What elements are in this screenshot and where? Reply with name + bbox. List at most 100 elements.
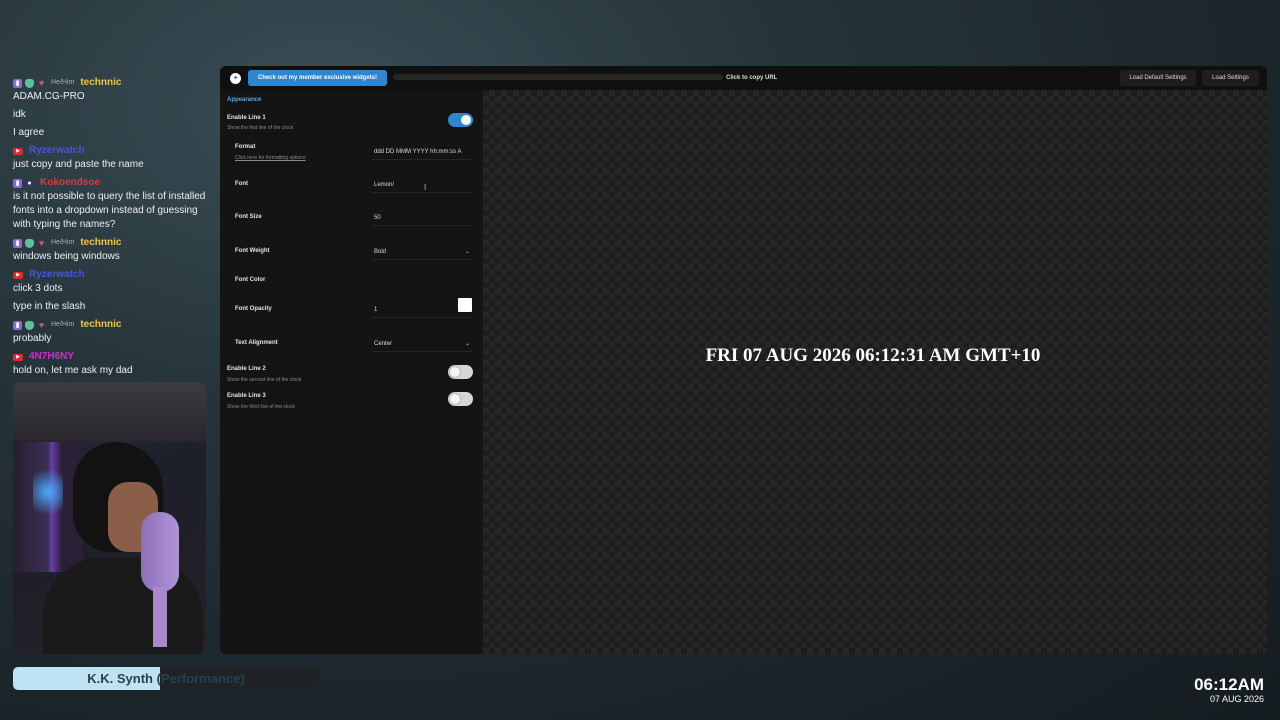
- chat-message-text: hold on, let me ask my dad: [13, 365, 133, 376]
- chat-message: ▮ ♥ He/Him technnic probably: [13, 318, 218, 346]
- font-label: Font: [235, 181, 248, 187]
- font-weight-value: Bold: [374, 249, 387, 255]
- chat-message: ▶ Ryzerwatch just copy and paste the name: [13, 144, 218, 172]
- font-input[interactable]: Lemon/: [372, 177, 472, 193]
- shield-icon: [25, 320, 34, 330]
- heart-icon: ♥: [38, 77, 45, 88]
- chat-message: ▮ ♥ He/Him technnic windows being windows: [13, 236, 218, 264]
- text-alignment-label: Text Alignment: [235, 340, 278, 346]
- chat-message-text: just copy and paste the name: [13, 159, 144, 170]
- chat-message-text: idk: [13, 109, 26, 120]
- chat-message: ▶ 4N7H6NY hold on, let me ask my dad: [13, 350, 218, 378]
- clock-widget-editor: ✦ Check out my member exclusive widgets!…: [220, 66, 1267, 654]
- chat-username: Kokoendsoe: [40, 177, 101, 188]
- enable-line1-toggle[interactable]: [448, 113, 473, 127]
- member-icon: ●: [25, 178, 34, 188]
- text-alignment-value: Center: [374, 341, 393, 347]
- font-weight-select[interactable]: Bold ⌄: [372, 244, 472, 260]
- format-input[interactable]: ddd DD MMM YYYY hh:mm:ss A: [372, 144, 472, 160]
- chat-message-text: I agree: [13, 127, 45, 138]
- chat-message-text: ADAM.CG-PRO: [13, 91, 85, 102]
- youtube-icon: ▶: [13, 147, 23, 155]
- site-logo-icon[interactable]: ✦: [230, 73, 241, 84]
- chat-message: I agree: [13, 126, 218, 140]
- chat-message-text: click 3 dots: [13, 283, 63, 294]
- enable-line2-toggle[interactable]: [448, 365, 473, 379]
- clock-preview-canvas: FRI 07 AUG 2026 06:12:31 AM GMT+10: [483, 90, 1267, 654]
- stream-clock-time: 06:12AM: [1194, 675, 1264, 694]
- twitch-icon: ▮: [13, 320, 22, 330]
- twitch-icon: ▮: [13, 178, 22, 188]
- settings-panel: Appearance Enable Line 1 Show the first …: [220, 90, 483, 654]
- chat-message-meta: ▶ Ryzerwatch: [13, 268, 218, 282]
- font-color-label: Font Color: [235, 277, 266, 283]
- chat-message-text: windows being windows: [13, 251, 120, 262]
- chat-username: Ryzerwatch: [29, 269, 85, 280]
- twitch-icon: ▮: [13, 78, 22, 88]
- heart-icon: ♥: [38, 237, 45, 248]
- font-opacity-label: Font Opacity: [235, 306, 272, 312]
- shield-icon: [25, 238, 34, 248]
- formatting-options-link[interactable]: Click here for formatting options: [235, 155, 306, 161]
- now-playing-title: K.K. Synth (Performance): [87, 671, 245, 686]
- webcam-feed: [13, 382, 206, 654]
- chat-message: idk: [13, 108, 218, 122]
- youtube-icon: ▶: [13, 353, 23, 361]
- chat-message-meta: ▮ ♥ He/Him technnic: [13, 318, 218, 332]
- enable-line1-label: Enable Line 1: [227, 115, 266, 121]
- chat-username: technnic: [80, 77, 122, 88]
- now-playing-bar: K.K. Synth (Performance): [13, 667, 319, 690]
- enable-line2-desc: Show the second line of the clock: [227, 377, 302, 383]
- chevron-down-icon: ⌄: [464, 341, 470, 347]
- section-title-appearance: Appearance: [227, 97, 262, 103]
- heart-icon: ♥: [38, 319, 45, 330]
- chat-message-meta: ▮ ♥ He/Him technnic: [13, 76, 218, 90]
- load-settings-button[interactable]: Load Settings: [1202, 70, 1259, 86]
- chat-username: 4N7H6NY: [29, 351, 75, 362]
- microphone: [141, 512, 179, 592]
- chat-message: ▮ ● Kokoendsoe is it not possible to query …: [13, 176, 218, 232]
- chevron-down-icon: ⌄: [464, 249, 470, 255]
- copy-url-button[interactable]: Click to copy URL: [726, 75, 777, 81]
- font-size-input[interactable]: 50: [372, 210, 472, 226]
- load-default-settings-button[interactable]: Load Default Settings: [1120, 70, 1196, 86]
- font-size-label: Font Size: [235, 214, 262, 220]
- chat-username: technnic: [80, 237, 122, 248]
- chat-message-meta: ▶ Ryzerwatch: [13, 144, 218, 158]
- chat-message: ▮ ♥ He/Him technnic ADAM.CG-PRO: [13, 76, 218, 104]
- chat-pronoun: He/Him: [51, 239, 75, 246]
- microphone-stand: [153, 587, 167, 647]
- youtube-icon: ▶: [13, 271, 23, 279]
- chat-message-meta: ▶ 4N7H6NY: [13, 350, 218, 364]
- enable-line3-toggle[interactable]: [448, 392, 473, 406]
- background-shelf: [13, 382, 206, 442]
- chat-pronoun: He/Him: [51, 79, 75, 86]
- enable-line1-desc: Show the first line of the clock: [227, 125, 294, 131]
- chat-message-meta: ▮ ● Kokoendsoe: [13, 176, 218, 190]
- chat-overlay: ▮ ♥ He/Him technnic ADAM.CG-PRO idk I agree ▶ Ry…: [13, 76, 218, 382]
- editor-topbar: ✦ Check out my member exclusive widgets!…: [220, 66, 1267, 90]
- enable-line3-desc: Show the third line of the clock: [227, 404, 295, 410]
- enable-line2-label: Enable Line 2: [227, 366, 266, 372]
- font-weight-label: Font Weight: [235, 248, 270, 254]
- chat-username: technnic: [80, 319, 122, 330]
- chat-message: type in the slash: [13, 300, 218, 314]
- enable-line3-label: Enable Line 3: [227, 393, 266, 399]
- chat-message-text: probably: [13, 333, 52, 344]
- chat-message: ▶ Ryzerwatch click 3 dots: [13, 268, 218, 296]
- font-opacity-input[interactable]: 1: [372, 302, 472, 318]
- text-alignment-select[interactable]: Center ⌄: [372, 336, 472, 352]
- text-cursor-icon: I: [424, 183, 427, 192]
- member-widgets-button[interactable]: Check out my member exclusive widgets!: [248, 70, 387, 86]
- chat-pronoun: He/Him: [51, 321, 75, 328]
- widget-url-blurred[interactable]: [393, 74, 723, 80]
- streamer-body: [43, 557, 203, 654]
- twitch-icon: ▮: [13, 238, 22, 248]
- chat-message-text: type in the slash: [13, 301, 86, 312]
- format-label: Format: [235, 144, 256, 150]
- stream-clock: 06:12AM 07 AUG 2026: [1194, 676, 1264, 705]
- stream-clock-date: 07 AUG 2026: [1209, 694, 1264, 704]
- preview-clock-text: FRI 07 AUG 2026 06:12:31 AM GMT+10: [705, 345, 1041, 366]
- chat-message-meta: ▮ ♥ He/Him technnic: [13, 236, 218, 250]
- chat-message-text: is it not possible to query the list of …: [13, 191, 206, 230]
